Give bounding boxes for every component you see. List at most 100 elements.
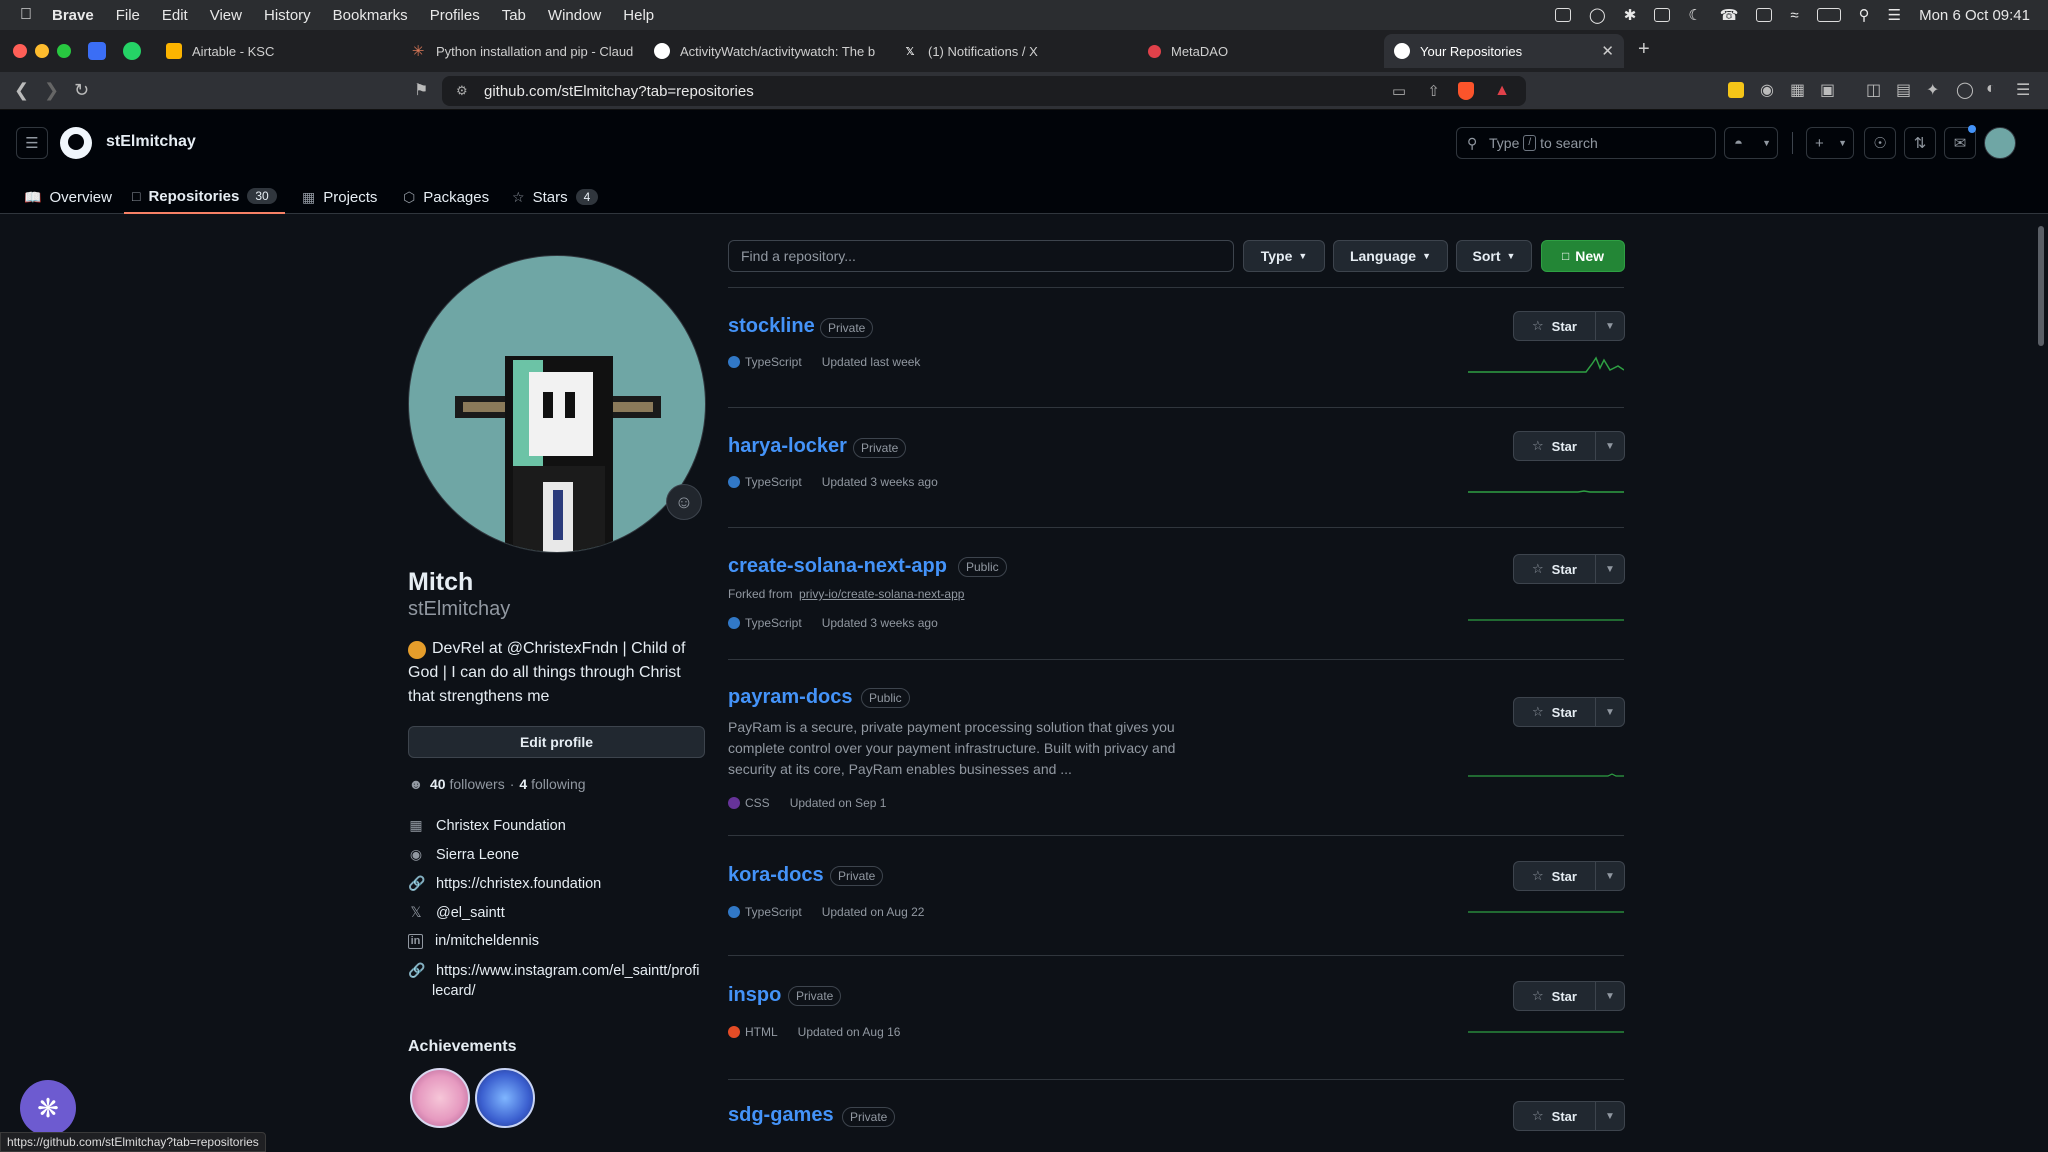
followers-count[interactable]: 40 <box>430 776 446 792</box>
wallet-icon[interactable]: ▤ <box>1896 80 1911 100</box>
instagram-link-line2[interactable]: lecard/ <box>432 983 476 999</box>
menu-profiles[interactable]: Profiles <box>430 7 480 24</box>
star-action[interactable]: ☆ Star <box>1514 1102 1596 1130</box>
open-global-nav-button[interactable]: ☰ <box>16 127 48 159</box>
tab-projects[interactable]: ▦ Projects <box>302 180 377 214</box>
tab-activitywatch[interactable]: ActivityWatch/activitywatch: The b <box>644 34 880 68</box>
extension-icon[interactable] <box>1728 82 1744 98</box>
tab-packages[interactable]: ⬡ Packages <box>403 180 489 214</box>
header-username[interactable]: stElmitchay <box>106 133 196 151</box>
extension-3-icon[interactable]: ▣ <box>1820 80 1835 100</box>
achievement-yolo-badge[interactable] <box>410 1068 470 1128</box>
repo-name-link[interactable]: kora-docs <box>728 864 824 887</box>
vpn-icon[interactable]: ◯ <box>1956 80 1974 100</box>
website-link[interactable]: https://christex.foundation <box>436 876 601 892</box>
star-action[interactable]: ☆ Star <box>1514 555 1596 583</box>
instagram-link-line1[interactable]: https://www.instagram.com/el_saintt/prof… <box>436 963 700 979</box>
sort-filter-button[interactable]: Sort ▼ <box>1456 240 1532 272</box>
star-list-dropdown[interactable]: ▼ <box>1596 1111 1624 1122</box>
menu-clock[interactable]: Mon 6 Oct 09:41 <box>1919 7 2030 24</box>
pull-requests-icon[interactable]: ⇅ <box>1904 127 1936 159</box>
following-label[interactable]: following <box>531 776 585 792</box>
tab-stars[interactable]: ☆ Stars 4 <box>512 180 599 214</box>
sidebar-toggle-icon[interactable]: ◫ <box>1866 80 1881 100</box>
scrollbar-thumb[interactable] <box>2038 226 2044 346</box>
status-app2-icon[interactable] <box>1654 8 1671 22</box>
issues-icon[interactable]: ☉ <box>1864 127 1896 159</box>
repo-name-link[interactable]: inspo <box>728 984 781 1007</box>
star-list-dropdown[interactable]: ▼ <box>1596 321 1624 332</box>
menu-help[interactable]: Help <box>623 7 654 24</box>
star-button[interactable]: ☆ Star ▼ <box>1513 861 1625 891</box>
apple-icon[interactable]:  <box>20 6 32 24</box>
set-status-button[interactable]: ☺ <box>666 484 702 520</box>
repo-name-link[interactable]: create-solana-next-app <box>728 555 947 578</box>
x-handle-link[interactable]: @el_saintt <box>436 905 505 921</box>
star-button[interactable]: ☆ Star ▼ <box>1513 554 1625 584</box>
search-input[interactable]: ⚲ Type / to search <box>1456 127 1716 159</box>
tab-airtable[interactable]: Airtable - KSC <box>156 34 392 68</box>
linkedin-link[interactable]: in/mitcheldennis <box>435 933 539 949</box>
page-scrollbar[interactable] <box>2036 214 2046 1152</box>
address-bar[interactable]: ⚙ github.com/stElmitchay?tab=repositorie… <box>442 76 1526 106</box>
control-center-icon[interactable]: ☰ <box>1888 6 1901 24</box>
browser-menu-icon[interactable]: ☰ <box>2016 80 2030 100</box>
tab-repositories[interactable]: □ Repositories 30 <box>124 180 285 214</box>
bookmark-icon[interactable]: ⚑ <box>414 80 428 100</box>
extension-2-icon[interactable]: ◉ <box>1760 80 1774 100</box>
forward-button[interactable]: ❯ <box>44 80 59 101</box>
menu-edit[interactable]: Edit <box>162 7 188 24</box>
star-button[interactable]: ☆ Star ▼ <box>1513 431 1625 461</box>
menu-file[interactable]: File <box>116 7 140 24</box>
star-button[interactable]: ☆ Star ▼ <box>1513 981 1625 1011</box>
display-icon[interactable] <box>1756 8 1773 22</box>
cast-icon[interactable]: ▭ <box>1392 82 1406 100</box>
floating-extension-button[interactable]: ❋ <box>20 1080 76 1136</box>
repo-name-link[interactable]: harya-locker <box>728 435 847 458</box>
star-list-dropdown[interactable]: ▼ <box>1596 441 1624 452</box>
leo-ai-icon[interactable]: ✦ <box>1926 80 1939 100</box>
repo-name-link[interactable]: stockline <box>728 315 815 338</box>
bluetooth-icon[interactable]: ✱ <box>1624 6 1637 24</box>
star-button[interactable]: ☆ Star ▼ <box>1513 697 1625 727</box>
type-filter-button[interactable]: Type ▼ <box>1243 240 1325 272</box>
moon-icon[interactable]: ☾ <box>1688 6 1701 24</box>
tab-metadao[interactable]: MetaDAO <box>1138 34 1374 68</box>
menu-window[interactable]: Window <box>548 7 601 24</box>
tab-your-repositories[interactable]: Your Repositories ✕ <box>1384 34 1624 68</box>
back-button[interactable]: ❮ <box>14 80 29 101</box>
star-action[interactable]: ☆ Star <box>1514 698 1596 726</box>
user-avatar-button[interactable] <box>1984 127 2016 159</box>
forked-from-link[interactable]: privy-io/create-solana-next-app <box>799 587 964 601</box>
find-repository-input[interactable]: Find a repository... <box>728 240 1234 272</box>
menu-app-name[interactable]: Brave <box>52 7 94 24</box>
star-action[interactable]: ☆ Star <box>1514 982 1596 1010</box>
extension-4-icon[interactable]: ◐ <box>1986 80 1996 98</box>
repo-name-link[interactable]: sdg-games <box>728 1104 834 1127</box>
tab-overview[interactable]: 📖 Overview <box>24 180 112 214</box>
following-count[interactable]: 4 <box>519 776 527 792</box>
tab-x-notifications[interactable]: 𝕏 (1) Notifications / X <box>892 34 1128 68</box>
pinned-docs-icon[interactable] <box>88 42 106 60</box>
battery-icon[interactable] <box>1816 8 1841 22</box>
extensions-puzzle-icon[interactable]: ▦ <box>1790 80 1805 100</box>
site-settings-icon[interactable]: ⚙ <box>456 83 468 99</box>
spotlight-search-icon[interactable]: ⚲ <box>1859 6 1870 24</box>
create-new-button[interactable]: + ▼ <box>1806 127 1854 159</box>
achievement-shark-badge[interactable] <box>475 1068 535 1128</box>
star-button[interactable]: ☆ Star ▼ <box>1513 1101 1625 1131</box>
menu-tab[interactable]: Tab <box>502 7 526 24</box>
profile-avatar[interactable] <box>408 255 706 553</box>
star-list-dropdown[interactable]: ▼ <box>1596 991 1624 1002</box>
pinned-whatsapp-icon[interactable] <box>123 42 141 60</box>
edit-profile-button[interactable]: Edit profile <box>408 726 705 758</box>
brave-shields-icon[interactable] <box>1458 82 1474 100</box>
menu-view[interactable]: View <box>210 7 242 24</box>
brave-rewards-icon[interactable]: ▲ <box>1494 82 1510 100</box>
menu-bookmarks[interactable]: Bookmarks <box>333 7 408 24</box>
wifi-icon[interactable]: ≈ <box>1790 7 1798 24</box>
tab-claude[interactable]: ✳ Python installation and pip - Claud <box>400 34 636 68</box>
new-tab-button[interactable]: + <box>1638 38 1650 61</box>
followers-label[interactable]: followers <box>449 776 504 792</box>
minimize-window-button[interactable] <box>35 44 49 58</box>
